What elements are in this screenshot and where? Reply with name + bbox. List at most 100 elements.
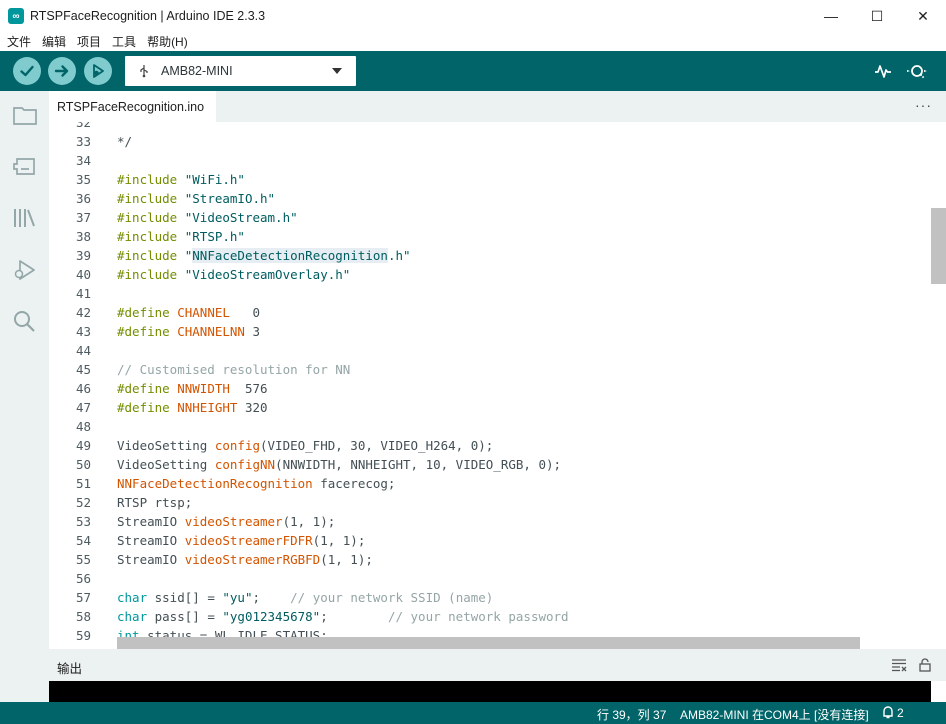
notification-count[interactable]: 2 [897,706,904,720]
code-line[interactable]: 36 #include "StreamIO.h" [49,189,931,208]
code-line[interactable]: 32 [49,122,931,132]
menu-tools[interactable]: 工具 [108,33,140,50]
title-bar: ∞ RTSPFaceRecognition | Arduino IDE 2.3.… [0,0,946,32]
maximize-button[interactable]: ☐ [854,0,900,32]
clear-output-icon[interactable] [891,658,907,672]
output-panel-header: 输出 [49,649,946,681]
serial-monitor-button[interactable] [906,60,928,82]
code-line[interactable]: 50 VideoSetting configNN(NNWIDTH, NNHEIGH… [49,455,931,474]
code-text: #include "NNFaceDetectionRecognition.h" [117,248,411,263]
line-number: 44 [75,343,91,358]
line-number: 33 [75,134,91,149]
output-title: 输出 [57,662,83,676]
library-manager-icon[interactable] [11,204,39,232]
checkmark-icon [20,65,34,77]
line-number: 59 [75,628,91,643]
line-number: 49 [75,438,91,453]
code-line[interactable]: 33 */ [49,132,931,151]
vertical-scrollbar-track[interactable] [931,122,946,649]
serial-plotter-icon [875,65,891,78]
code-text: VideoSetting config(VIDEO_FHD, 30, VIDEO… [117,438,494,453]
line-number: 42 [75,305,91,320]
line-number: 40 [75,267,91,282]
code-editor[interactable]: 32 33 */ 34 35 #include "WiFi.h" 36 #include "S… [49,122,931,649]
close-button[interactable]: ✕ [900,0,946,32]
board-port-status[interactable]: AMB82-MINI 在COM4上 [没有连接] [680,706,869,723]
notifications-bell-icon[interactable] [882,706,894,720]
line-number: 34 [75,153,91,168]
debug-button[interactable] [84,57,112,85]
minimize-button[interactable]: — [808,0,854,32]
code-line[interactable]: 38 #include "RTSP.h" [49,227,931,246]
scroll-lock-icon[interactable] [917,658,933,672]
upload-button[interactable] [48,57,76,85]
menu-help[interactable]: 帮助(H) [143,33,192,50]
code-text: #include "RTSP.h" [117,229,245,244]
code-line[interactable]: 51 NNFaceDetectionRecognition facerecog; [49,474,931,493]
code-line[interactable]: 45 // Customised resolution for NN [49,360,931,379]
code-line[interactable]: 34 [49,151,931,170]
line-number: 48 [75,419,91,434]
activity-bar [0,91,49,702]
code-line[interactable]: 37 #include "VideoStream.h" [49,208,931,227]
code-line[interactable]: 47 #define NNHEIGHT 320 [49,398,931,417]
code-text: #include "WiFi.h" [117,172,245,187]
line-number: 58 [75,609,91,624]
line-number: 52 [75,495,91,510]
line-number: 56 [75,571,91,586]
code-text: RTSP rtsp; [117,495,193,510]
code-line[interactable]: 52 RTSP rtsp; [49,493,931,512]
vertical-scrollbar-thumb[interactable] [931,208,946,284]
cursor-position[interactable]: 行 39，列 37 [597,706,666,723]
code-line[interactable]: 46 #define NNWIDTH 576 [49,379,931,398]
line-number: 46 [75,381,91,396]
board-name: AMB82-MINI [161,64,233,78]
board-selector[interactable]: AMB82-MINI [125,56,356,86]
line-number: 51 [75,476,91,491]
code-line[interactable]: 35 #include "WiFi.h" [49,170,931,189]
line-number: 37 [75,210,91,225]
sketchbook-folder-icon[interactable] [11,101,39,129]
code-line[interactable]: 48 [49,417,931,436]
more-actions-icon[interactable]: ··· [915,97,932,113]
code-line[interactable]: 55 StreamIO videoStreamerRGBFD(1, 1); [49,550,931,569]
line-number: 57 [75,590,91,605]
line-number: 53 [75,514,91,529]
line-number: 47 [75,400,91,415]
status-bar: 行 39，列 37 AMB82-MINI 在COM4上 [没有连接] 2 [0,702,946,724]
horizontal-scrollbar-thumb[interactable] [117,637,860,649]
output-console[interactable] [49,681,931,702]
line-number: 32 [75,122,91,130]
code-text: StreamIO videoStreamerFDFR(1, 1); [117,533,366,548]
code-line[interactable]: 54 StreamIO videoStreamerFDFR(1, 1); [49,531,931,550]
code-line[interactable]: 56 [49,569,931,588]
code-line[interactable]: 53 StreamIO videoStreamer(1, 1); [49,512,931,531]
usb-icon [140,65,148,78]
search-icon[interactable] [11,307,39,335]
toolbar: AMB82-MINI [0,51,946,91]
tab-sketch-file[interactable]: RTSPFaceRecognition.ino [49,91,217,122]
verify-button[interactable] [13,57,41,85]
menu-file[interactable]: 文件 [3,33,35,50]
code-line[interactable]: 43 #define CHANNELNN 3 [49,322,931,341]
code-line[interactable]: 49 VideoSetting config(VIDEO_FHD, 30, VID… [49,436,931,455]
code-line[interactable]: 39 #include "NNFaceDetectionRecognition.h… [49,246,931,265]
menu-edit[interactable]: 编辑 [38,33,70,50]
code-line[interactable]: 44 [49,341,931,360]
serial-monitor-icon [907,65,927,79]
debug-panel-icon[interactable] [11,256,39,284]
menu-sketch[interactable]: 项目 [73,33,105,50]
menu-bar: 文件 编辑 项目 工具 帮助(H) [0,32,946,51]
boards-manager-icon[interactable] [11,152,39,180]
code-text: #define CHANNEL 0 [117,305,261,320]
code-text: #define CHANNELNN 3 [117,324,261,339]
code-line[interactable]: 58 char pass[] = "yg012345678"; // your n… [49,607,931,626]
serial-plotter-button[interactable] [872,60,894,82]
code-line[interactable]: 57 char ssid[] = "yu"; // your network SS… [49,588,931,607]
code-line[interactable]: 42 #define CHANNEL 0 [49,303,931,322]
line-number: 35 [75,172,91,187]
code-text: StreamIO videoStreamer(1, 1); [117,514,336,529]
code-line[interactable]: 41 [49,284,931,303]
line-number: 43 [75,324,91,339]
code-line[interactable]: 40 #include "VideoStreamOverlay.h" [49,265,931,284]
